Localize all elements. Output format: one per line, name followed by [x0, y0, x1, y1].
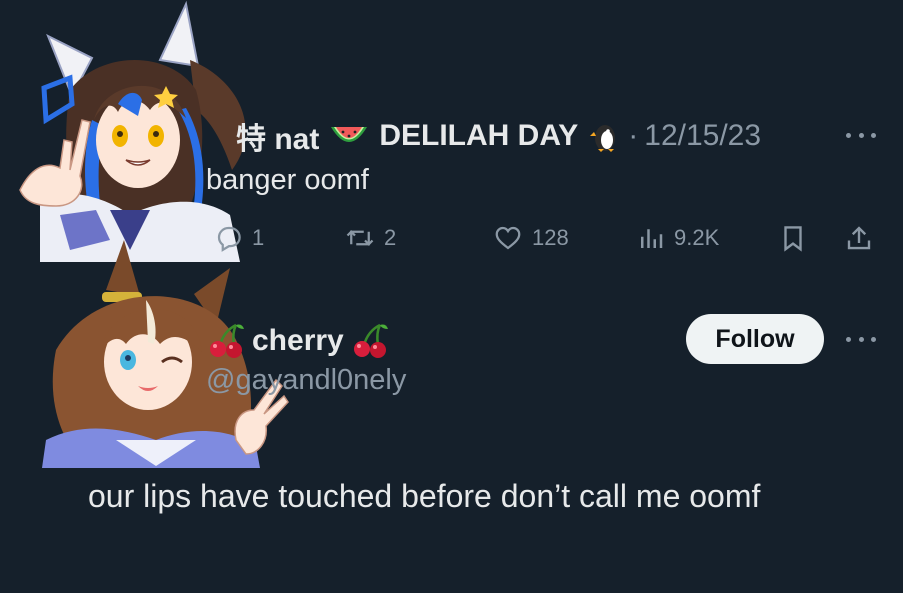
repost-button[interactable]: 2 — [344, 220, 396, 256]
cherries-icon — [210, 323, 244, 358]
penguin-icon — [590, 125, 616, 152]
tweet-1-header: 特 nat DELILAH DAY · 12/15/23 — [236, 114, 761, 158]
repost-count: 2 — [384, 225, 397, 250]
tweet-1-display-name[interactable]: 特 nat — [236, 114, 319, 158]
repost-icon — [346, 230, 374, 246]
tweet-2-text: our lips have touched before don’t call … — [88, 478, 761, 514]
tweet-1-text: banger oomf — [206, 164, 369, 196]
like-button[interactable]: 128 — [492, 220, 569, 256]
cherries-icon — [353, 323, 388, 358]
views-icon — [641, 229, 663, 248]
tweet-2-more-icon[interactable] — [846, 334, 876, 344]
heart-icon — [495, 226, 521, 250]
share-button[interactable] — [844, 220, 874, 256]
watermelon-icon — [331, 127, 368, 142]
tweet-1-display-name-suffix[interactable]: DELILAH DAY — [379, 119, 578, 153]
reply-count: 1 — [252, 225, 265, 250]
views-count: 9.2K — [674, 225, 720, 250]
separator-dot: · — [628, 119, 639, 152]
tweet-2-display-name[interactable]: cherry — [252, 324, 344, 358]
tweet-2-handle[interactable]: @gayandl0nely — [206, 364, 406, 397]
reply-button[interactable]: 1 — [214, 220, 264, 256]
follow-button[interactable]: Follow — [686, 314, 824, 364]
share-icon — [847, 226, 871, 250]
views-button[interactable]: 9.2K — [636, 220, 719, 256]
like-count: 128 — [532, 225, 569, 250]
reply-icon — [217, 226, 241, 252]
tweet-2-header: cherry — [206, 318, 390, 364]
bookmark-button[interactable] — [778, 220, 808, 256]
tweet-1-more-icon[interactable] — [846, 130, 876, 140]
tweet-1-date[interactable]: 12/15/23 — [644, 119, 761, 153]
bookmark-icon — [784, 226, 802, 252]
